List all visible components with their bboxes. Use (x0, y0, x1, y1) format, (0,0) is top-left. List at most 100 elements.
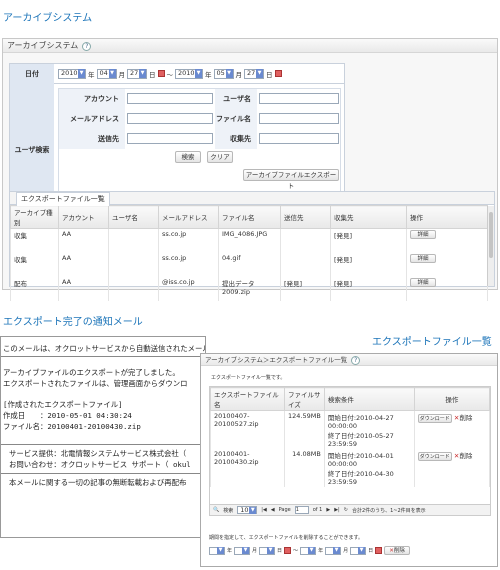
del-from-month[interactable]: ▼ (234, 546, 251, 555)
to-month-unit: 月 (235, 70, 243, 79)
cell-export-size: 14.08MB (284, 449, 325, 487)
mail-input[interactable] (127, 113, 213, 124)
first-page-icon[interactable]: |◀ (261, 507, 267, 513)
help-icon[interactable]: ? (351, 356, 361, 365)
chevron-down-icon: ▼ (78, 69, 85, 78)
col-op[interactable]: 操作 (406, 205, 488, 229)
del-to-day-unit: 日 (368, 548, 374, 554)
col-from[interactable]: 収集先 (330, 205, 407, 229)
del-to-year[interactable]: ▼ (300, 546, 317, 555)
col-export-size[interactable]: ファイルサイズ (284, 387, 325, 411)
cell-export-name: 20100407-20100527.zip (210, 410, 285, 449)
cell-op: 詳細 (406, 252, 488, 277)
from-year-unit: 年 (88, 70, 95, 79)
cell-type: 収集 (10, 252, 59, 277)
col-account[interactable]: アカウント (58, 205, 109, 229)
col-user[interactable]: ユーザ名 (108, 205, 159, 229)
sender-input[interactable] (127, 133, 213, 144)
table-row: 20100407-20100527.zip 124.59MB 開始日付:2010… (210, 410, 491, 449)
del-from-day[interactable]: ▼ (259, 546, 276, 555)
next-page-icon[interactable]: ▶ (326, 507, 330, 513)
calendar-icon[interactable] (375, 547, 383, 554)
col-file[interactable]: ファイル名 (218, 205, 281, 229)
detail-button[interactable]: 詳細 (410, 230, 436, 239)
chevron-down-icon: ▼ (249, 506, 257, 514)
cell-mail: ss.co.jp (158, 252, 219, 277)
cell-to (280, 252, 331, 277)
delete-button[interactable]: 削除 (459, 414, 472, 422)
col-to[interactable]: 送信先 (280, 205, 331, 229)
cell-export-cond: 開始日付:2010-04-27 00:00:00 終了日付:2010-05-27 … (323, 410, 415, 449)
tab-export-list[interactable]: エクスポートファイル一覧 (16, 192, 110, 206)
prev-page-icon[interactable]: ◀ (271, 507, 275, 513)
del-from-year[interactable]: ▼ (209, 546, 225, 555)
bottom-delete-button[interactable]: ✕削除 (384, 546, 411, 555)
search-button[interactable]: 検索 (175, 151, 201, 163)
calendar-icon[interactable] (157, 70, 165, 77)
cell-export-op: ダウンロード ✕削除 (413, 410, 491, 449)
mail-line: サービス提供：北電情報システムサービス株式会社（ (9, 449, 187, 458)
to-month-select[interactable]: 05 ▼ (213, 68, 234, 79)
receiver-input[interactable] (259, 133, 339, 144)
clear-button[interactable]: クリア (207, 151, 233, 163)
del-to-month-unit: 月 (343, 548, 349, 554)
cell-op: 詳細 (406, 276, 488, 301)
mail-line: このメールは、オクロットサービスから自動送信されたメールです。 (1, 341, 205, 357)
panel-titlebar: アーカイブシステム? (3, 39, 497, 53)
export-file-table: エクスポートファイル名 ファイルサイズ 検索条件 操作 20100407-201… (210, 387, 491, 487)
to-year-select[interactable]: 2010 ▼ (175, 68, 203, 79)
del-to-day[interactable]: ▼ (350, 546, 367, 555)
cell-file: IMG_4086.JPG (218, 228, 281, 253)
pager-search[interactable]: 検索 (223, 507, 233, 514)
col-export-cond[interactable]: 検索条件 (323, 387, 415, 411)
detail-button[interactable]: 詳細 (410, 253, 436, 263)
date-label: 日付 (10, 64, 54, 84)
mail-line: エクスポートされたファイルは、管理画面からダウンロ (3, 379, 188, 388)
cell-export-cond: 開始日付:2010-04-01 00:00:00 終了日付:2010-04-30 … (323, 449, 415, 487)
download-button[interactable]: ダウンロード (417, 452, 452, 461)
from-month-select[interactable]: 04 ▼ (96, 68, 117, 79)
delete-button[interactable]: 削除 (459, 452, 472, 460)
del-to-month[interactable]: ▼ (325, 546, 342, 555)
table-row: 20100401-20100430.zip 14.08MB 開始日付:2010-… (210, 449, 491, 487)
date-separator: ～ (166, 70, 174, 79)
page-input[interactable]: 1 (294, 506, 309, 514)
from-year-select[interactable]: 2010 ▼ (58, 68, 86, 79)
to-year-unit: 年 (205, 70, 212, 79)
cell-file: 04.gif (218, 252, 281, 277)
account-input[interactable] (127, 93, 213, 104)
col-mail[interactable]: メールアドレス (158, 205, 219, 229)
archive-panel: アーカイブシステム? 日付 2010 ▼ 年 04 ▼ 月 27 ▼ 日 ～ 2010… (2, 38, 498, 301)
per-page-select[interactable]: 10 ▼ (237, 506, 258, 514)
search-icon[interactable]: 🔍 (213, 507, 219, 513)
username-input[interactable] (259, 93, 339, 104)
last-page-icon[interactable]: ▶| (334, 507, 340, 513)
to-day-select[interactable]: 27 ▼ (244, 68, 264, 79)
cell-from: [発見] (330, 252, 407, 277)
calendar-icon[interactable] (284, 547, 292, 554)
chevron-down-icon: ▼ (242, 547, 250, 554)
bottom-date-row: ▼ 年 ▼ 月 ▼ 日 ～ ▼ 年 ▼ 月 ▼ 日 ✕削除 (209, 546, 411, 555)
cell-to: [発見] (280, 276, 331, 301)
date-row: 2010 ▼ 年 04 ▼ 月 27 ▼ 日 ～ 2010 ▼ 年 05 ▼ 月 27 ▼ … (54, 64, 345, 84)
col-type[interactable]: アーカイブ種別 (10, 205, 59, 229)
scrollbar-thumb[interactable] (489, 212, 493, 258)
scrollbar[interactable] (487, 206, 494, 286)
download-button[interactable]: ダウンロード (417, 414, 452, 423)
cell-from: [発見] (330, 228, 407, 253)
refresh-icon[interactable]: ↻ (344, 507, 348, 513)
chevron-down-icon: ▼ (308, 547, 316, 554)
col-export-name[interactable]: エクスポートファイル名 (210, 387, 285, 411)
table-row: 収集 AA ss.co.jp IMG_4086.JPG [発見] 詳細 (10, 228, 488, 253)
export-list: エクスポートファイル一覧 アーカイブ種別 アカウント ユーザ名 メールアドレス … (9, 191, 495, 301)
export-button[interactable]: アーカイブファイルエクスポート (243, 169, 339, 190)
filename-input[interactable] (259, 113, 339, 124)
cell-mail: ss.co.jp (158, 228, 219, 253)
calendar-icon[interactable] (274, 70, 282, 77)
detail-button[interactable]: 詳細 (410, 277, 436, 287)
from-day-select[interactable]: 27 ▼ (127, 68, 147, 79)
receiver-label: 収集先 (215, 129, 257, 149)
pager: 🔍 検索 10 ▼ |◀ ◀ Page 1 of 1 ▶ ▶| ↻ 合計2件のうち、1~… (209, 504, 491, 516)
col-export-op[interactable]: 操作 (413, 387, 491, 411)
help-icon[interactable]: ? (82, 42, 92, 51)
